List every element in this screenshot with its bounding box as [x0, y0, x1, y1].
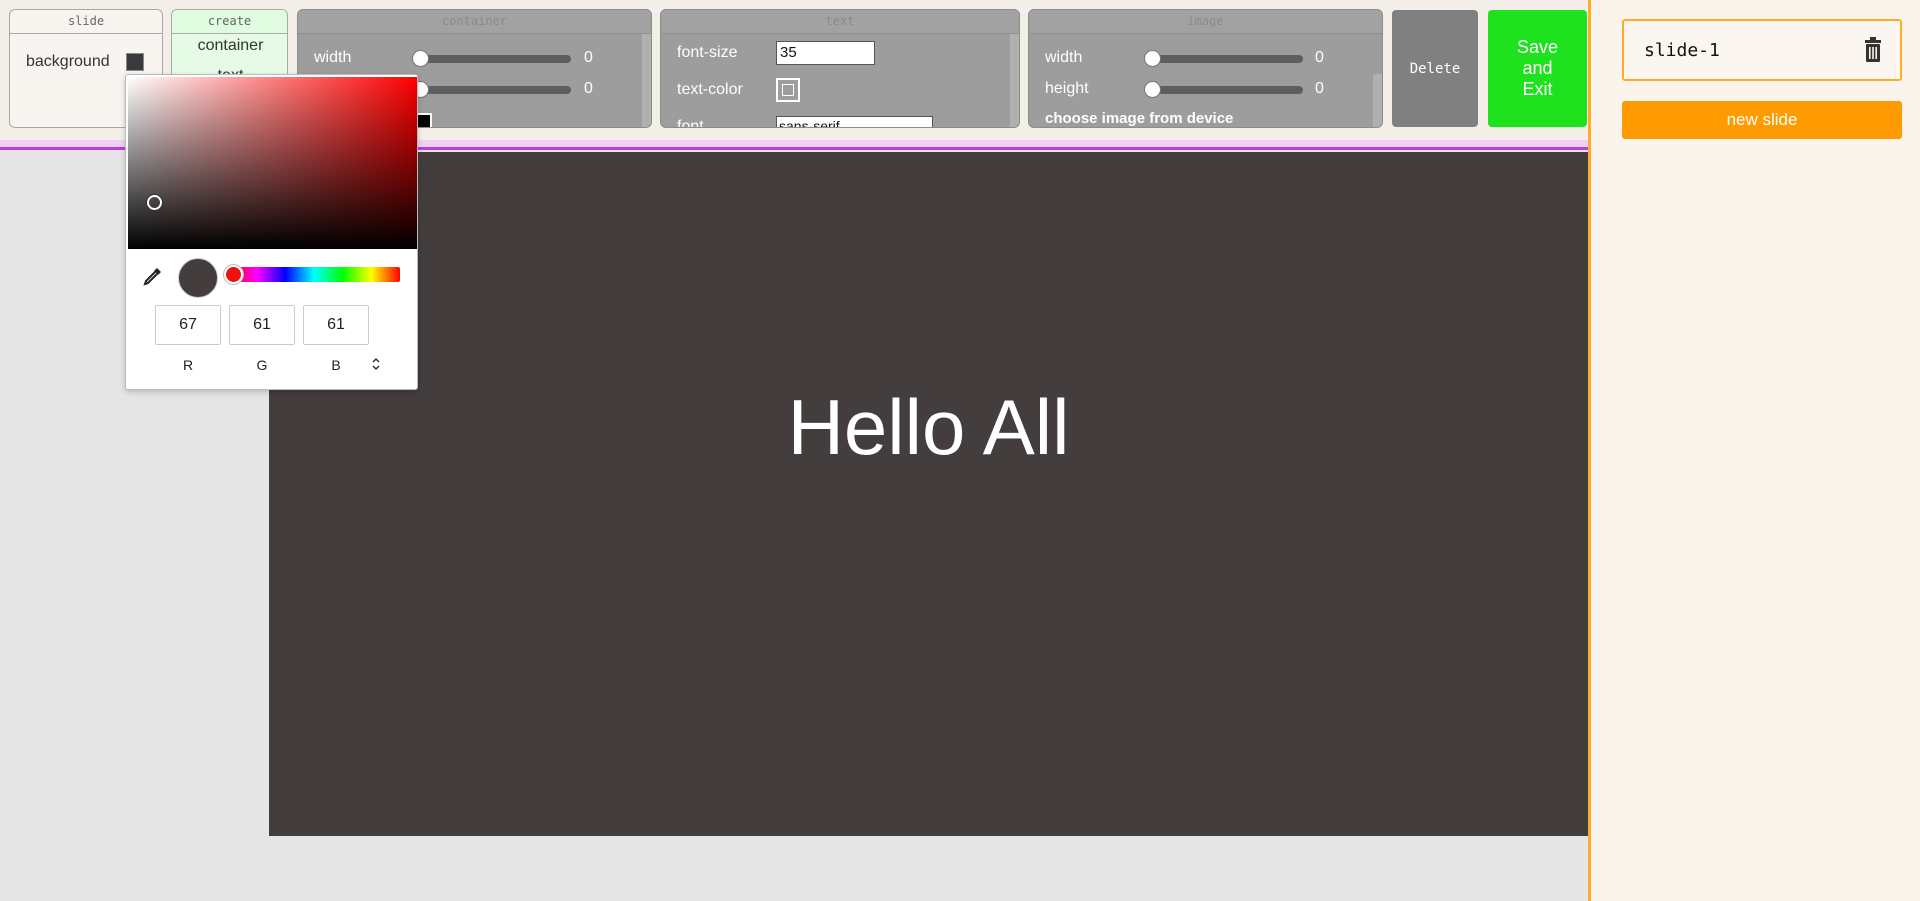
text-panel-title: text	[661, 10, 1019, 34]
image-panel: image width 0 height 0 choose image from…	[1028, 9, 1383, 128]
slides-sidebar: slide-1 new slide	[1588, 0, 1920, 901]
font-label: font	[677, 118, 704, 128]
slide-text-element[interactable]: Hello All	[269, 382, 1588, 473]
text-color-swatch-inner	[782, 84, 794, 96]
container-height-slider[interactable]	[412, 86, 571, 94]
green-input[interactable]: 61	[229, 305, 295, 345]
container-height-value: 0	[584, 80, 593, 97]
slide-panel-title: slide	[10, 10, 162, 34]
trash-icon[interactable]	[1864, 37, 1882, 63]
new-slide-button[interactable]: new slide	[1622, 101, 1902, 139]
save-and-exit-label: Save and Exit	[1516, 37, 1559, 99]
create-container-button[interactable]: container	[172, 37, 287, 55]
image-height-value: 0	[1315, 80, 1324, 97]
image-width-label: width	[1045, 49, 1083, 66]
color-mode-toggle-icon[interactable]	[370, 357, 382, 371]
color-picker-popup: 67 61 61 R G B	[125, 74, 418, 390]
font-size-input[interactable]: 35	[776, 41, 875, 65]
image-panel-scrollbar[interactable]	[1373, 74, 1382, 127]
container-width-slider-thumb[interactable]	[412, 50, 429, 67]
red-input[interactable]: 67	[155, 305, 221, 345]
font-size-label: font-size	[677, 44, 738, 61]
image-height-slider-thumb[interactable]	[1144, 81, 1161, 98]
hue-slider[interactable]	[228, 267, 400, 282]
green-label: G	[256, 357, 268, 373]
blue-label: B	[331, 357, 341, 373]
color-preview-swatch	[178, 258, 218, 298]
text-color-swatch[interactable]	[776, 78, 800, 102]
container-width-slider[interactable]	[412, 55, 571, 63]
hue-slider-thumb[interactable]	[224, 265, 243, 284]
font-select-value: sans-serif	[779, 118, 840, 128]
red-label: R	[182, 357, 194, 373]
image-height-label: height	[1045, 80, 1089, 97]
background-label: background	[26, 53, 110, 70]
container-panel-scrollbar[interactable]	[642, 34, 651, 127]
delete-button[interactable]: Delete	[1392, 10, 1478, 127]
image-width-slider[interactable]	[1144, 55, 1303, 63]
chevron-down-icon: ⌄	[916, 118, 928, 128]
color-saturation-area[interactable]	[128, 77, 417, 249]
saturation-cursor[interactable]	[147, 195, 162, 210]
background-color-swatch[interactable]	[126, 53, 144, 71]
container-width-value: 0	[584, 49, 593, 66]
container-width-label: width	[314, 49, 352, 66]
image-width-value: 0	[1315, 49, 1324, 66]
choose-image-button[interactable]: choose image from device	[1045, 110, 1233, 127]
image-height-slider[interactable]	[1144, 86, 1303, 94]
create-panel-title: create	[172, 10, 287, 34]
slide-item-label: slide-1	[1644, 40, 1720, 61]
image-width-slider-thumb[interactable]	[1144, 50, 1161, 67]
slide-canvas[interactable]: Hello All	[269, 152, 1588, 836]
eyedropper-icon[interactable]	[143, 266, 163, 286]
image-panel-title: image	[1029, 10, 1382, 34]
text-panel-scrollbar[interactable]	[1010, 34, 1019, 127]
slide-list-item[interactable]: slide-1	[1622, 19, 1902, 81]
container-panel-title: container	[298, 10, 651, 34]
text-color-label: text-color	[677, 81, 743, 98]
text-panel: text font-size 35 text-color font sans-s…	[660, 9, 1020, 128]
font-select[interactable]: sans-serif ⌄	[776, 116, 933, 128]
blue-input[interactable]: 61	[303, 305, 369, 345]
save-and-exit-button[interactable]: Save and Exit	[1488, 10, 1587, 127]
